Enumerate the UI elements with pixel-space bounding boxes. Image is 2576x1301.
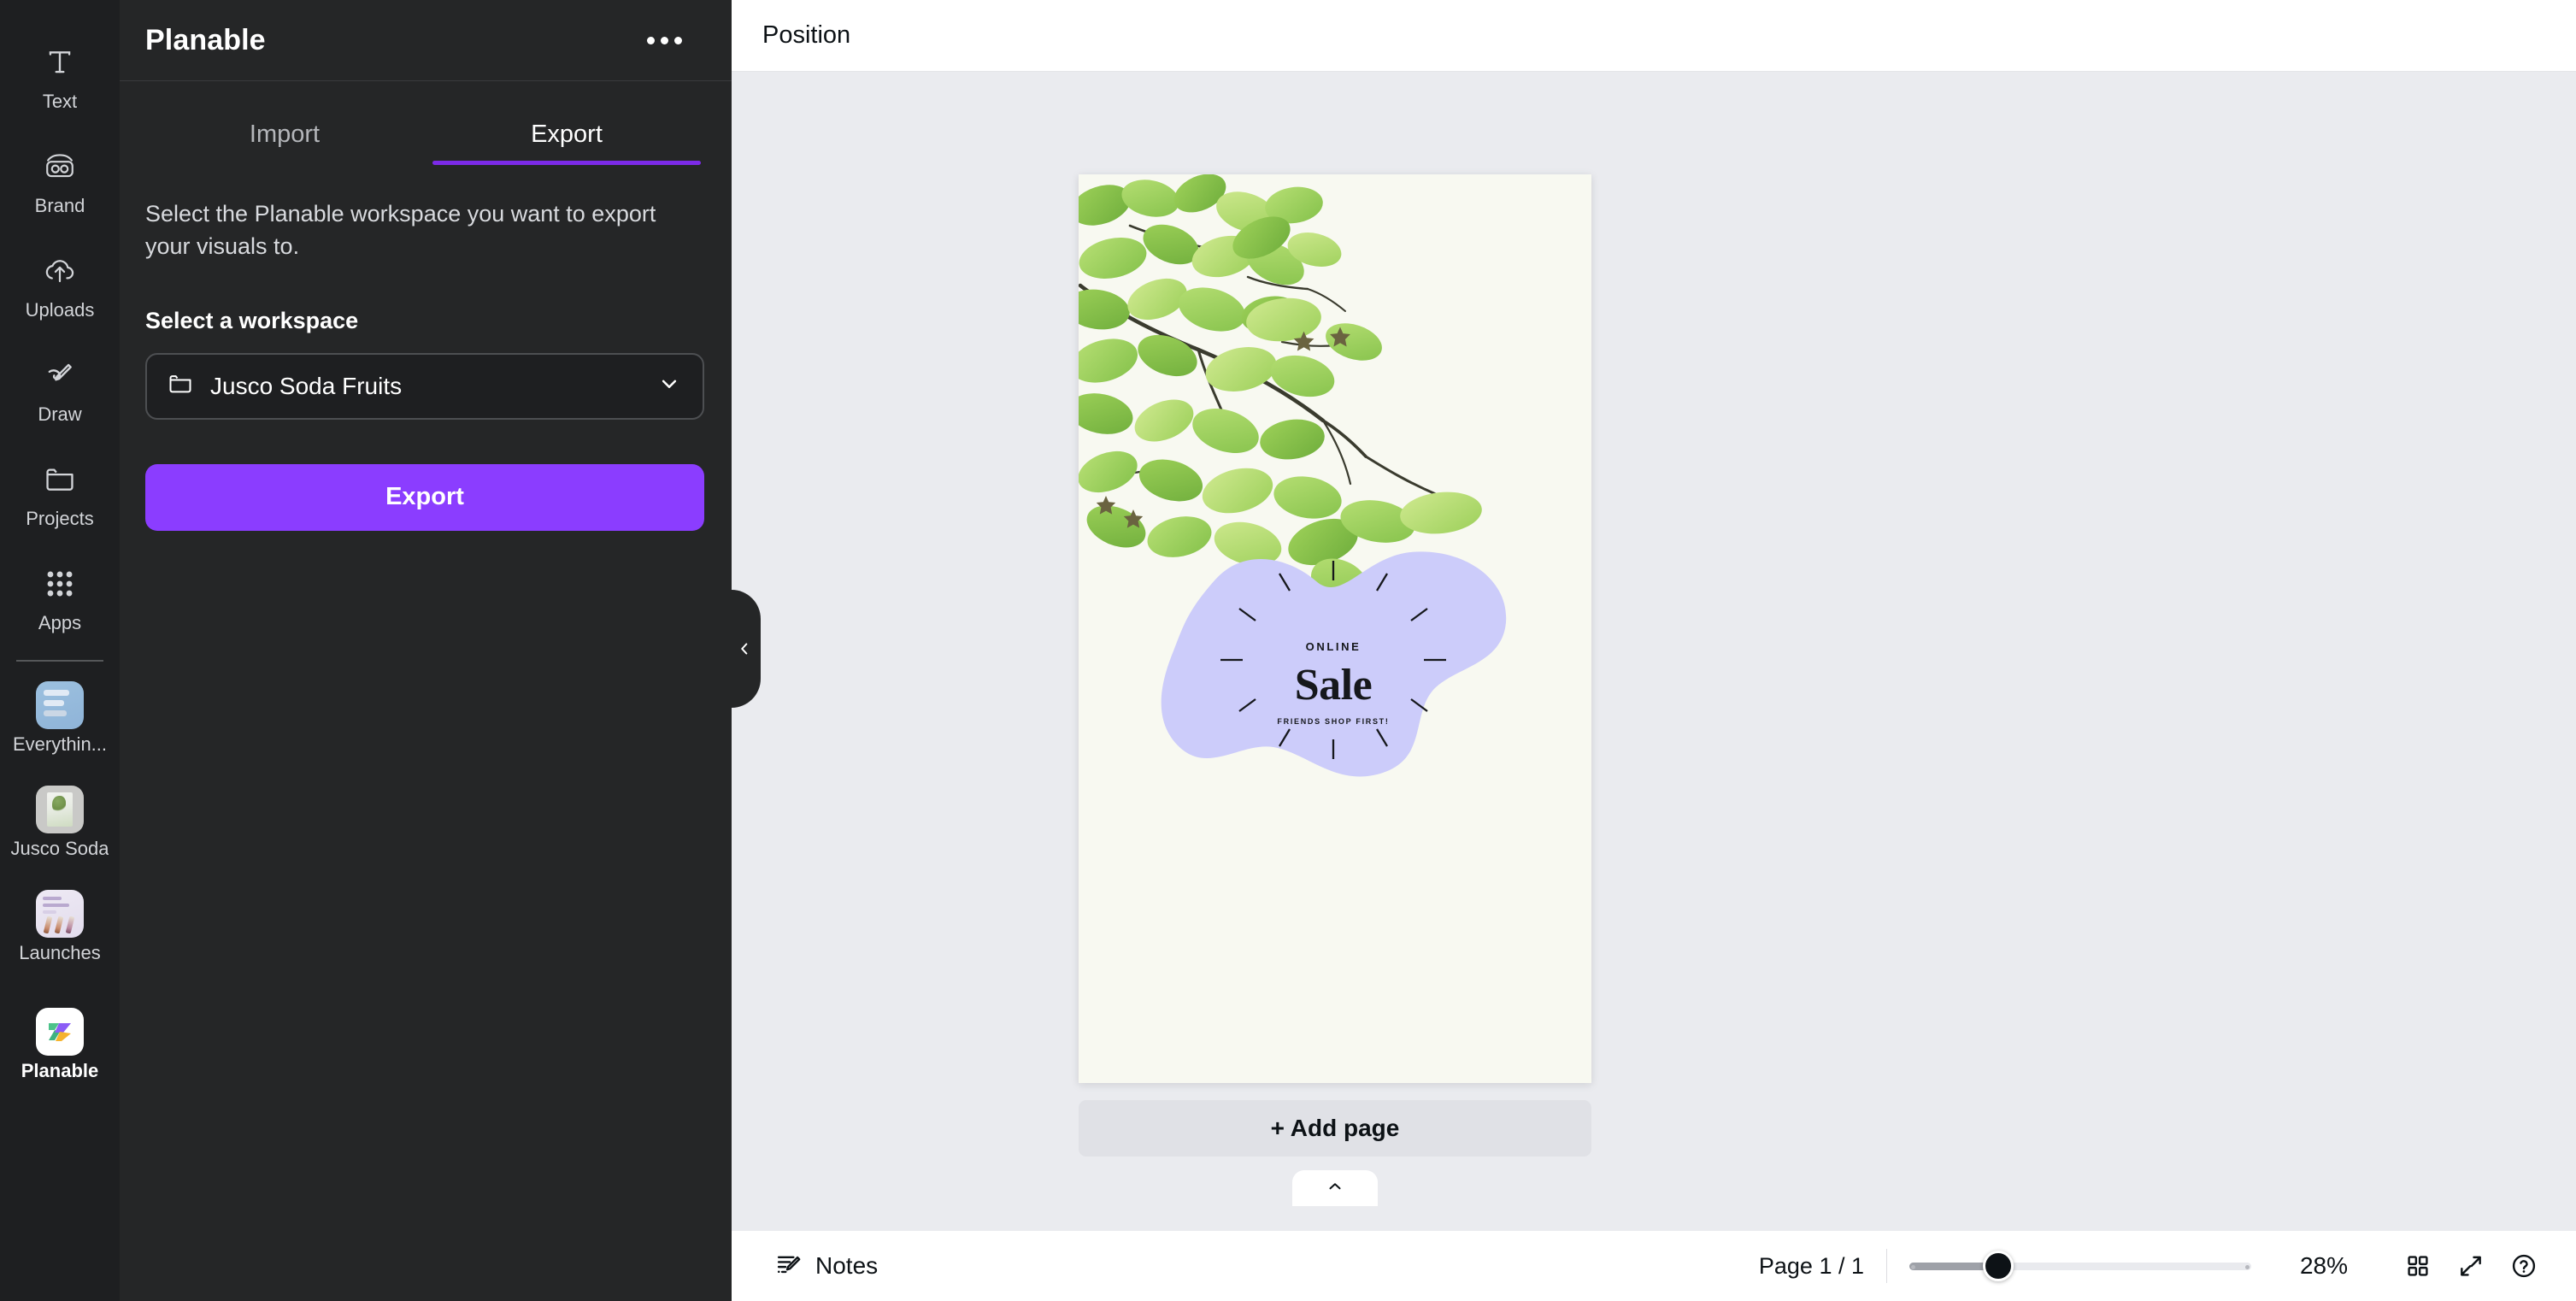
sidebar-item-jusco-soda[interactable]: Jusco Soda — [0, 778, 120, 882]
zoom-slider[interactable] — [1909, 1251, 2251, 1281]
sidebar-item-launches[interactable]: Launches — [0, 882, 120, 986]
projects-icon — [43, 456, 77, 503]
help-icon[interactable] — [2497, 1239, 2550, 1292]
uploads-icon — [42, 248, 78, 294]
design-page[interactable]: ONLINE Sale FRIENDS SHOP FIRST! — [1079, 174, 1591, 1083]
sidebar-item-uploads[interactable]: Uploads — [0, 239, 120, 344]
tab-label: Export — [531, 121, 603, 148]
bottom-bar-divider — [1886, 1249, 1887, 1283]
editor-topbar: Position — [732, 0, 2576, 72]
sidebar-item-planable[interactable]: Planable — [0, 1000, 120, 1104]
panel-description: Select the Planable workspace you want t… — [145, 201, 656, 260]
sidebar-item-text[interactable]: Text — [0, 31, 120, 135]
workspace-selected-value: Jusco Soda Fruits — [210, 372, 403, 399]
position-label[interactable]: Position — [762, 21, 850, 50]
dot — [673, 36, 682, 44]
planable-logo-icon — [36, 1008, 84, 1056]
workspace-field-label: Select a workspace — [145, 307, 359, 333]
jusco-soda-thumbnail — [36, 786, 84, 833]
panel-title: Planable — [145, 23, 266, 56]
panel-collapse-handle[interactable] — [732, 590, 761, 708]
draw-icon — [44, 352, 76, 398]
launches-thumbnail — [36, 890, 84, 938]
export-button[interactable]: Export — [145, 463, 704, 531]
everything-thumbnail — [36, 681, 84, 729]
dot — [660, 36, 668, 44]
sidebar-item-projects[interactable]: Projects — [0, 448, 120, 552]
badge-sale-text: Sale — [1294, 661, 1373, 709]
page-count-label: Page 1 / 1 — [1758, 1252, 1864, 1279]
zoom-slider-thumb[interactable] — [1983, 1251, 2014, 1281]
notes-button[interactable]: Notes — [762, 1243, 890, 1290]
panel-tabs: Import Export — [120, 81, 732, 175]
folder-icon — [166, 371, 195, 401]
panel-header: Planable — [120, 0, 732, 80]
badge-online-text: ONLINE — [1305, 640, 1362, 653]
sidebar-item-label: Projects — [26, 508, 94, 529]
sidebar-item-apps[interactable]: Apps — [0, 552, 120, 656]
planable-app-panel: Planable Import Export Select the Planab… — [120, 0, 732, 1301]
sidebar-item-label: Draw — [38, 403, 82, 425]
tab-export[interactable]: Export — [426, 102, 708, 175]
design-page-wrapper[interactable]: ONLINE Sale FRIENDS SHOP FIRST! — [1079, 174, 1591, 1083]
apps-icon — [45, 561, 74, 607]
notes-icon — [774, 1250, 803, 1283]
zoom-slider-max-dot — [2245, 1265, 2250, 1269]
sidebar-item-everything[interactable]: Everythin... — [0, 674, 120, 778]
sale-badge-group[interactable]: ONLINE Sale FRIENDS SHOP FIRST! — [1154, 533, 1513, 790]
rail-divider — [16, 660, 103, 662]
left-icon-rail: Text Brand Uploads Draw Projects Apps Ev… — [0, 0, 120, 1301]
add-page-button[interactable]: + Add page — [1079, 1100, 1591, 1157]
sidebar-item-label: Planable — [21, 1060, 99, 1081]
canva-editor-window: Text Brand Uploads Draw Projects Apps Ev… — [0, 0, 2576, 1301]
brand-icon — [43, 144, 77, 190]
editor-bottom-bar: Notes Page 1 / 1 28% — [732, 1231, 2576, 1301]
sidebar-item-label: Launches — [19, 942, 101, 963]
zoom-level-label[interactable]: 28% — [2277, 1252, 2371, 1280]
sidebar-item-label: Uploads — [25, 299, 95, 321]
sidebar-item-label: Text — [42, 91, 78, 112]
notes-label: Notes — [815, 1252, 879, 1279]
text-icon — [44, 39, 76, 85]
grid-view-icon[interactable] — [2391, 1239, 2444, 1292]
collapse-pages-panel-button[interactable] — [1292, 1170, 1378, 1206]
fullscreen-icon[interactable] — [2444, 1239, 2497, 1292]
chevron-down-icon — [656, 371, 682, 401]
sidebar-item-label: Apps — [38, 612, 82, 633]
sidebar-item-label: Brand — [34, 195, 85, 216]
tab-label: Import — [249, 121, 321, 148]
tab-import[interactable]: Import — [144, 102, 426, 175]
sidebar-item-draw[interactable]: Draw — [0, 344, 120, 448]
workspace-select[interactable]: Jusco Soda Fruits — [145, 352, 704, 420]
zoom-slider-min-dot — [1911, 1265, 1915, 1269]
sidebar-item-brand[interactable]: Brand — [0, 135, 120, 239]
sidebar-item-label: Jusco Soda — [10, 838, 109, 859]
dot — [646, 36, 655, 44]
panel-body: Select the Planable workspace you want t… — [120, 175, 732, 531]
sidebar-item-label: Everythin... — [12, 733, 108, 755]
canvas-scroll-area[interactable]: ONLINE Sale FRIENDS SHOP FIRST! + Add pa… — [732, 72, 2576, 1231]
panel-more-options-button[interactable] — [639, 21, 689, 60]
bottom-bar-right-group: Page 1 / 1 28% — [1759, 1239, 2550, 1292]
badge-subtitle-text: FRIENDS SHOP FIRST! — [1277, 717, 1390, 726]
main-area: Position ONLINE Sale FRIENDS SHOP FIRST!… — [732, 0, 2576, 1301]
